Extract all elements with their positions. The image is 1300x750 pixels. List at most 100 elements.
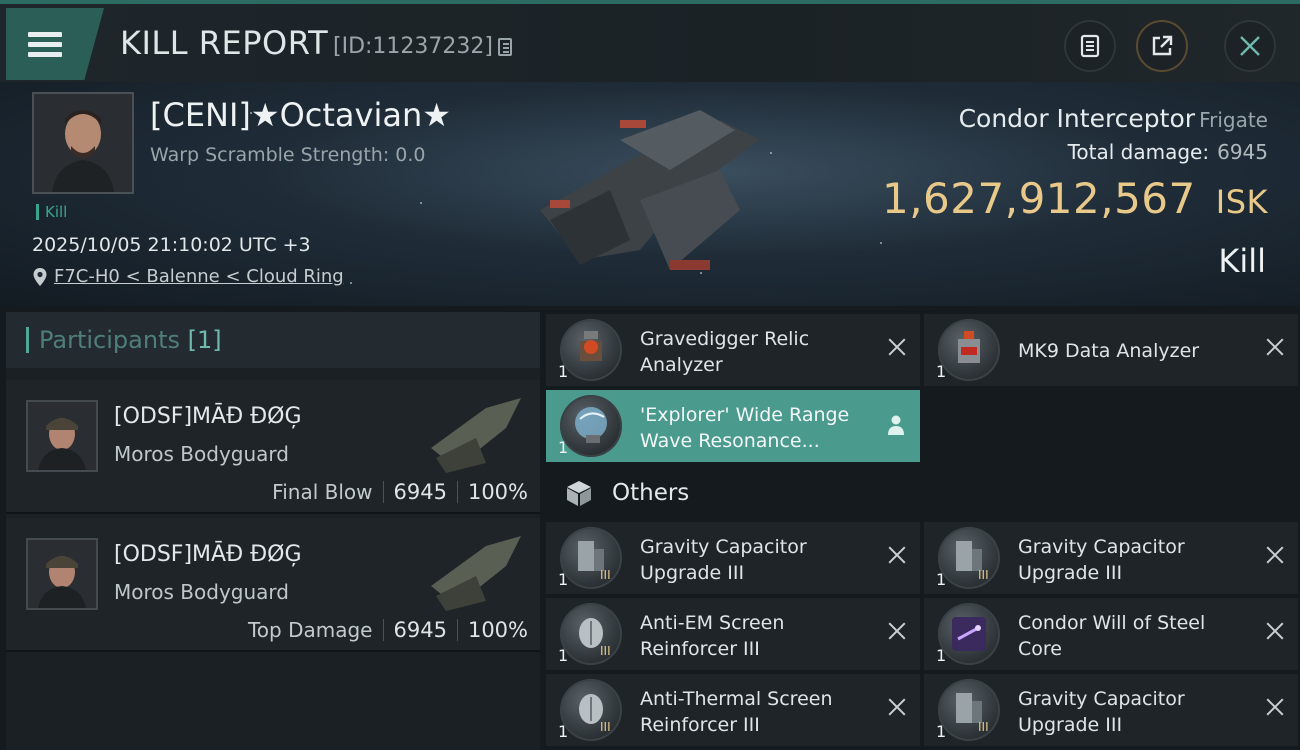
participant-role: Final Blow <box>272 480 373 504</box>
item-name: Condor Will of Steel Core <box>1018 612 1206 660</box>
victim-portrait[interactable] <box>32 92 134 194</box>
location-link[interactable]: F7C-H0 < Balenne < Cloud Ring <box>32 266 344 287</box>
capacitor-upgrade-icon: III <box>560 527 622 589</box>
participant-role: Top Damage <box>247 618 373 642</box>
item-name: Gravedigger Relic Analyzer <box>640 328 810 376</box>
participant-name[interactable]: [ODSF]MĀĐ ĐØĢ <box>114 542 302 567</box>
kill-datetime: 2025/10/05 21:10:02 UTC +3 <box>32 234 311 256</box>
item-quantity: 1 <box>936 722 947 741</box>
participants-header: Participants [1] <box>6 312 540 368</box>
report-id: [ID:11237232] <box>333 34 493 59</box>
item-name: Gravity Capacitor Upgrade III <box>1018 688 1185 736</box>
victim-summary: [CENI]★Octavian★ Warp Scramble Strength:… <box>0 82 1300 306</box>
item-row[interactable]: III 1 Gravity Capacitor Upgrade III <box>924 674 1298 746</box>
destroyed-icon <box>1266 546 1284 564</box>
warp-scramble-strength: Warp Scramble Strength: 0.0 <box>150 144 426 166</box>
kill-tag: Kill <box>36 204 67 220</box>
item-name: Gravity Capacitor Upgrade III <box>640 536 807 584</box>
item-quantity: 1 <box>558 722 569 741</box>
capacitor-upgrade-icon: III <box>938 679 1000 741</box>
victim-ship[interactable]: Condor Interceptor Frigate <box>959 104 1268 133</box>
participant-damage: 6945 <box>393 618 447 642</box>
others-section-header: Others <box>546 468 689 518</box>
capacitor-upgrade-icon: III <box>938 527 1000 589</box>
participant-ship: Moros Bodyguard <box>114 580 289 604</box>
participant-portrait[interactable] <box>26 538 98 610</box>
total-damage: Total damage: 6945 <box>1068 140 1268 164</box>
item-name: Anti-Thermal Screen Reinforcer III <box>640 688 833 736</box>
item-row[interactable]: III 1 Anti-Thermal Screen Reinforcer III <box>546 674 920 746</box>
destroyed-icon <box>888 698 906 716</box>
svg-text:III: III <box>600 644 611 658</box>
destroyed-icon <box>1266 698 1284 716</box>
close-button[interactable] <box>1224 20 1276 72</box>
close-icon <box>1240 36 1260 56</box>
participant-ship-image <box>431 398 521 473</box>
shield-rig-icon: III <box>560 679 622 741</box>
item-quantity: 1 <box>936 362 947 381</box>
shield-rig-icon: III <box>560 603 622 665</box>
isk-amount: 1,627,912,567 <box>881 174 1196 223</box>
item-quantity: 1 <box>936 570 947 589</box>
participant-percent: 100% <box>467 618 528 642</box>
map-pin-icon <box>33 267 47 286</box>
item-name: MK9 Data Analyzer <box>1018 340 1200 362</box>
destroyed-icon <box>888 622 906 640</box>
scanner-icon <box>560 395 622 457</box>
item-quantity: 1 <box>558 646 569 665</box>
participant-ship: Moros Bodyguard <box>114 442 289 466</box>
location-text[interactable]: F7C-H0 < Balenne < Cloud Ring <box>54 266 344 287</box>
result-label: Kill <box>1218 242 1266 280</box>
participant-ship-image <box>431 536 521 611</box>
data-analyzer-icon <box>938 319 1000 381</box>
item-row[interactable]: 1 Gravedigger Relic Analyzer <box>546 314 920 386</box>
share-icon <box>1152 35 1173 56</box>
destroyed-icon <box>888 546 906 564</box>
relic-analyzer-icon <box>560 319 622 381</box>
header-bar: KILL REPORT [ID:11237232] <box>0 0 1300 82</box>
total-damage-label: Total damage: <box>1067 140 1210 164</box>
participants-label: Participants <box>39 326 180 354</box>
svg-text:III: III <box>600 720 611 734</box>
share-button[interactable] <box>1136 20 1188 72</box>
isk-value: 1,627,912,567 ISK <box>882 174 1268 223</box>
participant-damage: 6945 <box>393 480 447 504</box>
victim-pilot-name[interactable]: [CENI]★Octavian★ <box>150 96 451 134</box>
cube-icon <box>567 481 591 506</box>
participant-card[interactable]: [ODSF]MĀĐ ĐØĢ Moros Bodyguard Top Damage… <box>6 518 540 652</box>
core-icon <box>938 603 1000 665</box>
item-name: Anti-EM Screen Reinforcer III <box>640 612 785 660</box>
menu-button[interactable] <box>6 8 104 80</box>
ship-image <box>540 110 760 270</box>
total-damage-value: 6945 <box>1217 140 1268 164</box>
item-quantity: 1 <box>558 570 569 589</box>
person-icon <box>888 415 904 435</box>
item-quantity: 1 <box>936 646 947 665</box>
hamburger-icon <box>28 27 62 62</box>
item-row[interactable]: III 1 Gravity Capacitor Upgrade III <box>546 522 920 594</box>
participants-panel: Participants [1] [ODSF]MĀĐ ĐØĢ Moros Bod… <box>6 312 540 750</box>
participant-stats: Top Damage 6945 100% <box>248 618 528 642</box>
copy-icon[interactable] <box>498 38 512 56</box>
svg-text:III: III <box>978 720 989 734</box>
item-row[interactable]: 1 MK9 Data Analyzer <box>924 314 1298 386</box>
participant-name[interactable]: [ODSF]MĀĐ ĐØĢ <box>114 404 302 429</box>
destroyed-icon <box>1266 338 1284 356</box>
participant-percent: 100% <box>467 480 528 504</box>
participant-card[interactable]: [ODSF]MĀĐ ĐØĢ Moros Bodyguard Final Blow… <box>6 380 540 514</box>
item-row[interactable]: 1 'Explorer' Wide Range Wave Resonance..… <box>546 390 920 462</box>
item-row[interactable]: III 1 Gravity Capacitor Upgrade III <box>924 522 1298 594</box>
item-row[interactable]: III 1 Anti-EM Screen Reinforcer III <box>546 598 920 670</box>
svg-text:III: III <box>600 568 611 582</box>
participant-portrait[interactable] <box>26 400 98 472</box>
ship-name: Condor Interceptor <box>958 104 1196 133</box>
participants-count: [1] <box>187 326 222 354</box>
item-quantity: 1 <box>558 438 569 457</box>
item-name: Gravity Capacitor Upgrade III <box>1018 536 1185 584</box>
isk-unit: ISK <box>1215 183 1268 221</box>
page-title: KILL REPORT <box>120 24 329 62</box>
clipboard-button[interactable] <box>1064 20 1116 72</box>
item-quantity: 1 <box>558 362 569 381</box>
item-row[interactable]: 1 Condor Will of Steel Core <box>924 598 1298 670</box>
destroyed-icon <box>888 338 906 356</box>
